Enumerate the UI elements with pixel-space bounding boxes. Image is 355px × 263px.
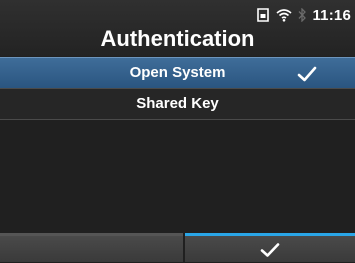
sd-card-icon bbox=[256, 8, 270, 22]
confirm-softkey[interactable] bbox=[185, 233, 355, 262]
option-shared-key[interactable]: Shared Key bbox=[0, 88, 355, 120]
option-open-system[interactable]: Open System bbox=[0, 57, 355, 88]
left-softkey[interactable] bbox=[0, 233, 183, 262]
status-time: 11:16 bbox=[312, 6, 351, 24]
header: 11:16 Authentication bbox=[0, 0, 355, 56]
status-bar: 11:16 bbox=[256, 4, 351, 26]
confirm-check-icon bbox=[260, 242, 280, 263]
option-label: Open System bbox=[129, 64, 226, 81]
printer-screen: 11:16 Authentication Open System Shared … bbox=[0, 0, 355, 262]
option-list: Open System Shared Key bbox=[0, 57, 355, 120]
list-empty-area bbox=[0, 120, 355, 233]
bluetooth-icon bbox=[298, 8, 307, 22]
wifi-icon bbox=[276, 8, 292, 22]
softkey-bar bbox=[0, 233, 355, 262]
check-icon bbox=[297, 64, 317, 82]
option-label: Shared Key bbox=[136, 95, 219, 112]
page-title: Authentication bbox=[100, 26, 255, 51]
